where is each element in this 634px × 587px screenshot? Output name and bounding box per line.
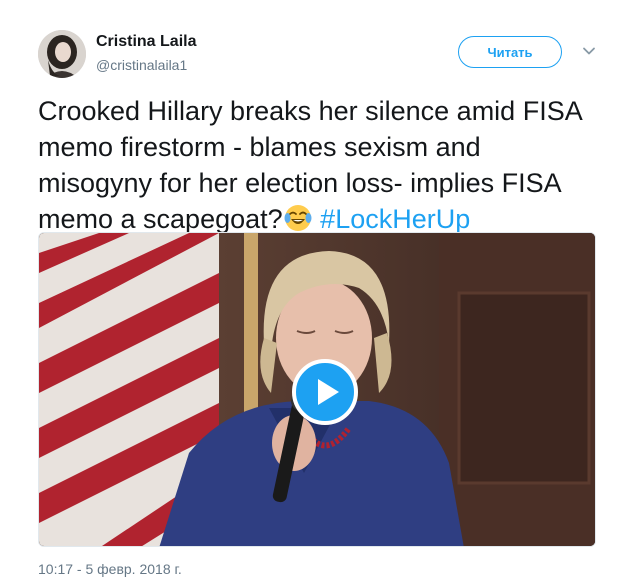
tweet-text: Crooked Hillary breaks her silence amid … <box>38 93 598 237</box>
avatar-photo <box>38 30 86 78</box>
author-name[interactable]: Cristina Laila <box>96 33 196 51</box>
hashtag-link[interactable]: #LockHerUp <box>320 204 470 234</box>
author-handle[interactable]: @cristinalaila1 <box>96 57 187 73</box>
play-icon[interactable] <box>292 359 358 425</box>
follow-button[interactable]: Читать <box>458 36 562 68</box>
chevron-down-icon[interactable] <box>582 44 596 58</box>
video-player[interactable] <box>38 232 596 547</box>
tweet-timestamp[interactable]: 10:17 - 5 февр. 2018 г. <box>38 561 182 577</box>
avatar[interactable] <box>38 30 86 78</box>
tears-of-joy-emoji <box>284 205 312 231</box>
